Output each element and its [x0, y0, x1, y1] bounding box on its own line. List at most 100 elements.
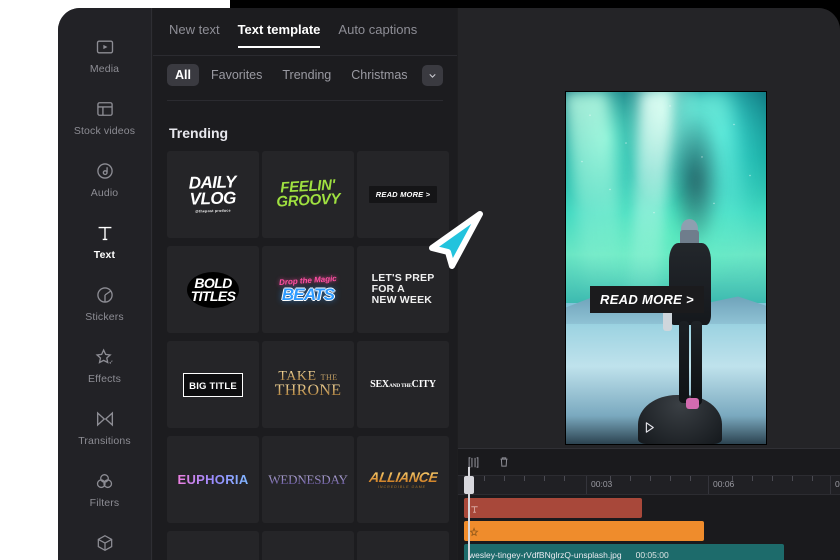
clip-duration: 00:05:00 [635, 550, 669, 560]
effect-clip-icon [469, 525, 481, 537]
template-wednesday[interactable]: WEDNESDAY [262, 436, 354, 523]
timeline-track [458, 521, 840, 541]
sidebar-item-label: Stickers [85, 311, 124, 324]
sidebar: Media Stock videos Audio Text Stickers E… [58, 8, 152, 560]
playback-controls [458, 412, 840, 448]
tab-text-template[interactable]: Text template [237, 22, 321, 48]
sidebar-item-stickers[interactable]: Stickers [58, 272, 151, 334]
template-euphoria[interactable]: EUPHORIA [167, 436, 259, 523]
sidebar-item-transitions[interactable]: Transitions [58, 396, 151, 458]
ruler-label: 00:06 [713, 479, 735, 489]
library-icon [95, 531, 115, 555]
template-subtext: @thepost produce [195, 209, 232, 214]
template-bold-titles[interactable]: BOLD TITLES [167, 246, 259, 333]
tabs-divider [153, 55, 457, 56]
sidebar-item-label: Media [89, 63, 120, 76]
timeline-clip-text[interactable] [464, 498, 642, 518]
text-clip-icon [469, 502, 481, 514]
template-line-2: FOR A [371, 282, 405, 295]
template-line-1: LET'S PREP [371, 271, 435, 284]
text-overlay[interactable]: READ MORE > [590, 285, 704, 313]
chevron-down-icon[interactable] [421, 64, 443, 86]
timeline-clip-image[interactable]: wesley-tingey-rVdfBNglrzQ-unsplash.jpg 0… [464, 544, 784, 560]
timeline: 00:03 00:06 00:0 [458, 448, 840, 560]
sidebar-item-label: Stock videos [73, 125, 136, 138]
sidebar-item-label: Transitions [78, 435, 131, 448]
sidebar-item-label: Audio [90, 187, 119, 200]
template-text: WEDNESDAY [268, 471, 348, 487]
filters-icon [94, 469, 115, 493]
tab-new-text[interactable]: New text [169, 22, 220, 48]
template-text: BIG TITLE [189, 380, 237, 392]
transitions-icon [94, 407, 116, 431]
chip-trending[interactable]: Trending [274, 64, 339, 86]
preview-stage: READ MORE > [458, 8, 840, 448]
sidebar-item-effects[interactable]: Effects [58, 334, 151, 396]
play-icon[interactable] [642, 420, 657, 440]
sidebar-item-label: Effects [88, 373, 121, 386]
sidebar-item-text[interactable]: Text [58, 210, 151, 272]
template-part-3: CITY [411, 379, 436, 390]
template-line-3: NEW WEEK [371, 294, 433, 307]
template-take-the-throne[interactable]: TAKE THE THRONE [262, 341, 354, 428]
template-part-2: AND THE [388, 383, 412, 389]
template-feelin-groovy[interactable]: FEELIN' GROOVY [262, 151, 354, 238]
playhead-line [468, 467, 470, 560]
person-body [669, 242, 711, 326]
template-line-2: BEATS [281, 284, 335, 304]
template-text: EUPHORIA [177, 472, 249, 487]
app-window: Media Stock videos Audio Text Stickers E… [58, 8, 840, 560]
sidebar-item-label: Filters [89, 497, 120, 510]
template-sex-and-the-city[interactable]: SEXAND THECITY [357, 341, 449, 428]
panel-tabs: New text Text template Auto captions [153, 8, 457, 48]
person-leg [678, 321, 689, 404]
ruler-label: 00:0 [835, 479, 840, 489]
template-read-more[interactable]: READ MORE > [357, 151, 449, 238]
template-pink-script[interactable]: Sunday [262, 531, 354, 560]
template-big-title[interactable]: BIG TITLE [167, 341, 259, 428]
text-template-panel: New text Text template Auto captions All… [153, 8, 457, 560]
template-part-1: SEX [370, 379, 389, 390]
template-drop-the-magic-beats[interactable]: Drop the Magic BEATS [262, 246, 354, 333]
chips-divider [167, 100, 443, 101]
category-filter-chips: All Favorites Trending Christmas [153, 64, 457, 86]
section-title: Trending [169, 125, 229, 141]
template-subtext: INCREDIBLE GAME [377, 484, 427, 489]
video-preview[interactable]: READ MORE > [566, 92, 766, 444]
person-shoe [685, 397, 700, 409]
chip-all[interactable]: All [167, 64, 199, 86]
person-leg [691, 321, 703, 406]
template-empty[interactable] [357, 531, 449, 560]
sidebar-item-label: Text [93, 249, 116, 262]
delete-icon[interactable] [497, 455, 511, 469]
clip-filename: wesley-tingey-rVdfBNglrzQ-unsplash.jpg [469, 550, 622, 560]
template-lets-prep[interactable]: LET'S PREP FOR A NEW WEEK [357, 246, 449, 333]
template-line-2: GROOVY [275, 190, 341, 212]
tab-auto-captions[interactable]: Auto captions [338, 22, 417, 48]
sidebar-item-audio[interactable]: Audio [58, 148, 151, 210]
timeline-clip-effect[interactable] [464, 521, 704, 541]
timeline-toolbar [458, 449, 840, 476]
media-icon [95, 35, 115, 59]
sidebar-item-library[interactable]: Library [58, 520, 151, 560]
template-daily-vlog[interactable]: DAILY VLOG @thepost produce [167, 151, 259, 238]
chip-favorites[interactable]: Favorites [203, 64, 270, 86]
chip-christmas[interactable]: Christmas [343, 64, 415, 86]
sidebar-item-filters[interactable]: Filters [58, 458, 151, 520]
template-line-2: THRONE [274, 381, 342, 399]
effects-icon [94, 345, 115, 369]
timeline-track: wesley-tingey-rVdfBNglrzQ-unsplash.jpg 0… [458, 544, 840, 560]
stickers-icon [95, 283, 115, 307]
audio-icon [95, 159, 115, 183]
template-red-bar[interactable] [167, 531, 259, 560]
template-line-1: ALLIANCE [367, 468, 439, 485]
sidebar-item-stock-videos[interactable]: Stock videos [58, 86, 151, 148]
template-line-1b: THE [320, 372, 338, 382]
template-grid: DAILY VLOG @thepost produce FEELIN' GROO… [167, 151, 457, 560]
timeline-ruler[interactable]: 00:03 00:06 00:0 [458, 476, 840, 495]
text-icon [94, 221, 116, 245]
template-text: READ MORE > [368, 186, 438, 203]
template-alliance[interactable]: ALLIANCE INCREDIBLE GAME [357, 436, 449, 523]
sidebar-item-media[interactable]: Media [58, 24, 151, 86]
ruler-label: 00:03 [591, 479, 613, 489]
